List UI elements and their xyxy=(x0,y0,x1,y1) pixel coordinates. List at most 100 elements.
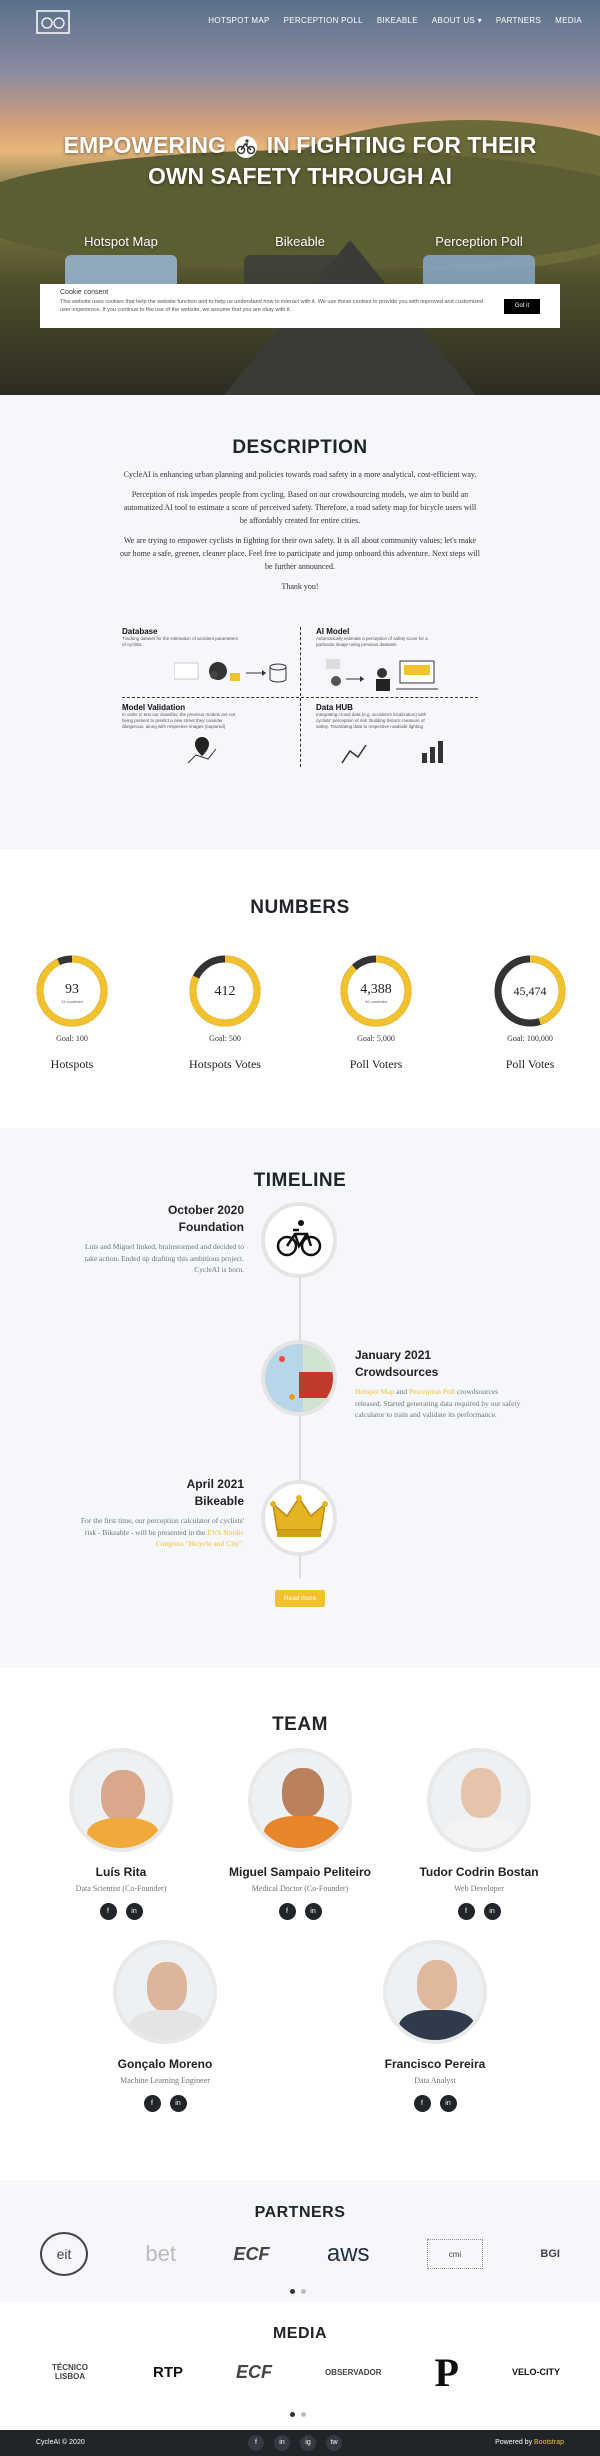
gauge-goal: Goal: 100 xyxy=(56,1034,88,1043)
media-title: MEDIA xyxy=(272,2325,328,2342)
avatar-face xyxy=(101,1770,145,1822)
facebook-icon[interactable]: f xyxy=(278,1903,296,1920)
facebook-icon[interactable]: f xyxy=(143,2095,161,2112)
partner-logo-bgi[interactable]: BGI xyxy=(540,2248,560,2260)
facebook-icon[interactable]: f xyxy=(413,2095,431,2112)
map-water xyxy=(265,1344,303,1412)
linkedin-icon[interactable]: in xyxy=(304,1903,322,1920)
nav-bikeable[interactable]: BIKEABLE xyxy=(377,16,418,25)
event-date: October 2020 xyxy=(167,1203,244,1217)
nav-about-us[interactable]: ABOUT US ▾ xyxy=(432,16,482,25)
avatar-shirt xyxy=(264,1816,340,1848)
nav-media[interactable]: MEDIA xyxy=(555,16,582,25)
instagram-icon[interactable]: ig xyxy=(300,2435,316,2451)
read-more-button[interactable]: Read more xyxy=(275,1590,325,1607)
avatar-face xyxy=(417,1960,457,2010)
bootstrap-link[interactable]: Bootstrap xyxy=(534,2439,564,2446)
timeline-map-image xyxy=(261,1340,337,1416)
cookie-accept-button[interactable]: Got it xyxy=(504,299,540,314)
map-pin xyxy=(279,1356,285,1362)
partner-logo-aws[interactable]: aws xyxy=(327,2240,370,2268)
partner-logo-text: ECF xyxy=(233,2243,270,2264)
avatar-shirt xyxy=(87,1818,159,1848)
member-socials: f in xyxy=(350,2095,520,2112)
team-member: Tudor Codrin Bostan Web Developer f in xyxy=(394,1748,564,1920)
perception-poll-link[interactable]: Perception Poll xyxy=(409,1387,455,1396)
event-name: Foundation xyxy=(178,1220,244,1234)
carousel-dot[interactable] xyxy=(301,2289,306,2294)
description-paragraph: CycleAI is enhancing urban planning and … xyxy=(123,470,477,479)
timeline-crown-image xyxy=(261,1480,337,1556)
gauge-value: 412 xyxy=(215,984,236,999)
member-socials: f in xyxy=(394,1903,564,1920)
media-logo-observador[interactable]: OBSERVADOR xyxy=(325,2368,382,2377)
description-section: DESCRIPTION CycleAI is enhancing urban p… xyxy=(0,395,600,850)
team-member: Francisco Pereira Data Analyst f in xyxy=(350,1940,520,2112)
twitter-icon[interactable]: tw xyxy=(326,2435,342,2451)
description-paragraph: Perception of risk impedes people from c… xyxy=(123,490,477,525)
carousel-dot[interactable] xyxy=(290,2412,295,2417)
member-name: Gonçalo Moreno xyxy=(117,2057,213,2071)
diagram-title: Model Validation xyxy=(122,703,186,712)
partner-logo-text: BGI xyxy=(540,2248,560,2260)
ai-model-illustration xyxy=(326,659,438,691)
event-name: Bikeable xyxy=(194,1494,244,1508)
avatar-shirt xyxy=(399,2010,475,2040)
media-logo-rtp[interactable]: RTP xyxy=(153,2364,183,2381)
stat-gauge: 412 Goal: 500 Hotspots Votes xyxy=(185,953,265,1072)
avatar xyxy=(248,1748,352,1852)
gauge-value: 93 xyxy=(65,982,79,997)
member-socials: f in xyxy=(215,1903,385,1920)
carousel-dot[interactable] xyxy=(301,2412,306,2417)
hero-card-label: Hotspot Map xyxy=(84,234,158,249)
hero-title-part1: EMPOWERING xyxy=(63,132,226,158)
hotspot-map-link[interactable]: Hotspot Map xyxy=(355,1387,394,1396)
nav-perception-poll[interactable]: PERCEPTION POLL xyxy=(284,16,363,25)
linkedin-icon[interactable]: in xyxy=(483,1903,501,1920)
cookie-banner: Cookie consent This website uses cookies… xyxy=(40,284,560,328)
cycleai-logo[interactable] xyxy=(36,10,70,34)
facebook-icon[interactable]: f xyxy=(99,1903,117,1920)
nav-hotspot-map[interactable]: HOTSPOT MAP xyxy=(208,16,269,25)
partner-logo-eit[interactable]: eit xyxy=(40,2232,88,2276)
database-illustration xyxy=(174,662,287,683)
partner-logo-text: bet xyxy=(145,2241,177,2266)
linkedin-icon[interactable]: in xyxy=(274,2435,290,2451)
gauge-label: Poll Votes xyxy=(505,1057,555,1071)
partner-logo-bet[interactable]: bet xyxy=(145,2241,176,2267)
diagram-text: Tracking dataset for the estimation of a… xyxy=(122,636,238,647)
facebook-icon[interactable]: f xyxy=(248,2435,264,2451)
partner-logo-cmi[interactable]: cmi xyxy=(426,2239,483,2269)
team-title: TEAM xyxy=(272,1714,328,1735)
numbers-section: NUMBERS 93 11 countries Goal: 100 Hotspots 4… xyxy=(0,850,600,1128)
linkedin-icon[interactable]: in xyxy=(169,2095,187,2112)
media-logo-velocity[interactable]: VELO-CITY xyxy=(512,2367,560,2377)
avatar xyxy=(383,1940,487,2044)
nav-partners[interactable]: PARTNERS xyxy=(496,16,541,25)
description-paragraph: Thank you! xyxy=(281,582,319,591)
linkedin-icon[interactable]: in xyxy=(439,2095,457,2112)
partner-logo-ecf[interactable]: ECF xyxy=(233,2244,269,2265)
carousel-dot[interactable] xyxy=(290,2289,295,2294)
gauge-sub: 11 countries xyxy=(61,999,83,1004)
gauge-ring: 93 11 countries xyxy=(36,955,108,1027)
description-text: CycleAI is enhancing urban planning and … xyxy=(120,468,480,600)
linkedin-icon[interactable]: in xyxy=(125,1903,143,1920)
facebook-icon[interactable]: f xyxy=(457,1903,475,1920)
diagram-model-validation: Model Validation In order to test our cl… xyxy=(122,703,300,773)
media-logo-tecnico[interactable]: TÉCNICO LISBOA xyxy=(40,2363,100,2381)
event-text: Hotspot Map and Perception Poll crowdsou… xyxy=(355,1386,525,1421)
avatar-face xyxy=(147,1962,187,2012)
media-logo-text: ECF xyxy=(235,2361,272,2382)
media-logo-ecf[interactable]: ECF xyxy=(236,2362,272,2383)
partner-logo-text: cmi xyxy=(448,2250,462,2259)
partners-title: PARTNERS xyxy=(254,2204,346,2221)
avatar xyxy=(69,1748,173,1852)
avatar-face xyxy=(282,1768,324,1818)
partners-section: PARTNERS eit bet ECF aws cmi BGI xyxy=(0,2180,600,2302)
media-logo-publico[interactable]: P xyxy=(435,2349,459,2396)
media-carousel-dots xyxy=(290,2412,306,2417)
diagram-text: Automatically estimate a perception of s… xyxy=(316,636,428,647)
partners-carousel-dots xyxy=(290,2289,306,2294)
diagram-title: Database xyxy=(122,627,158,636)
